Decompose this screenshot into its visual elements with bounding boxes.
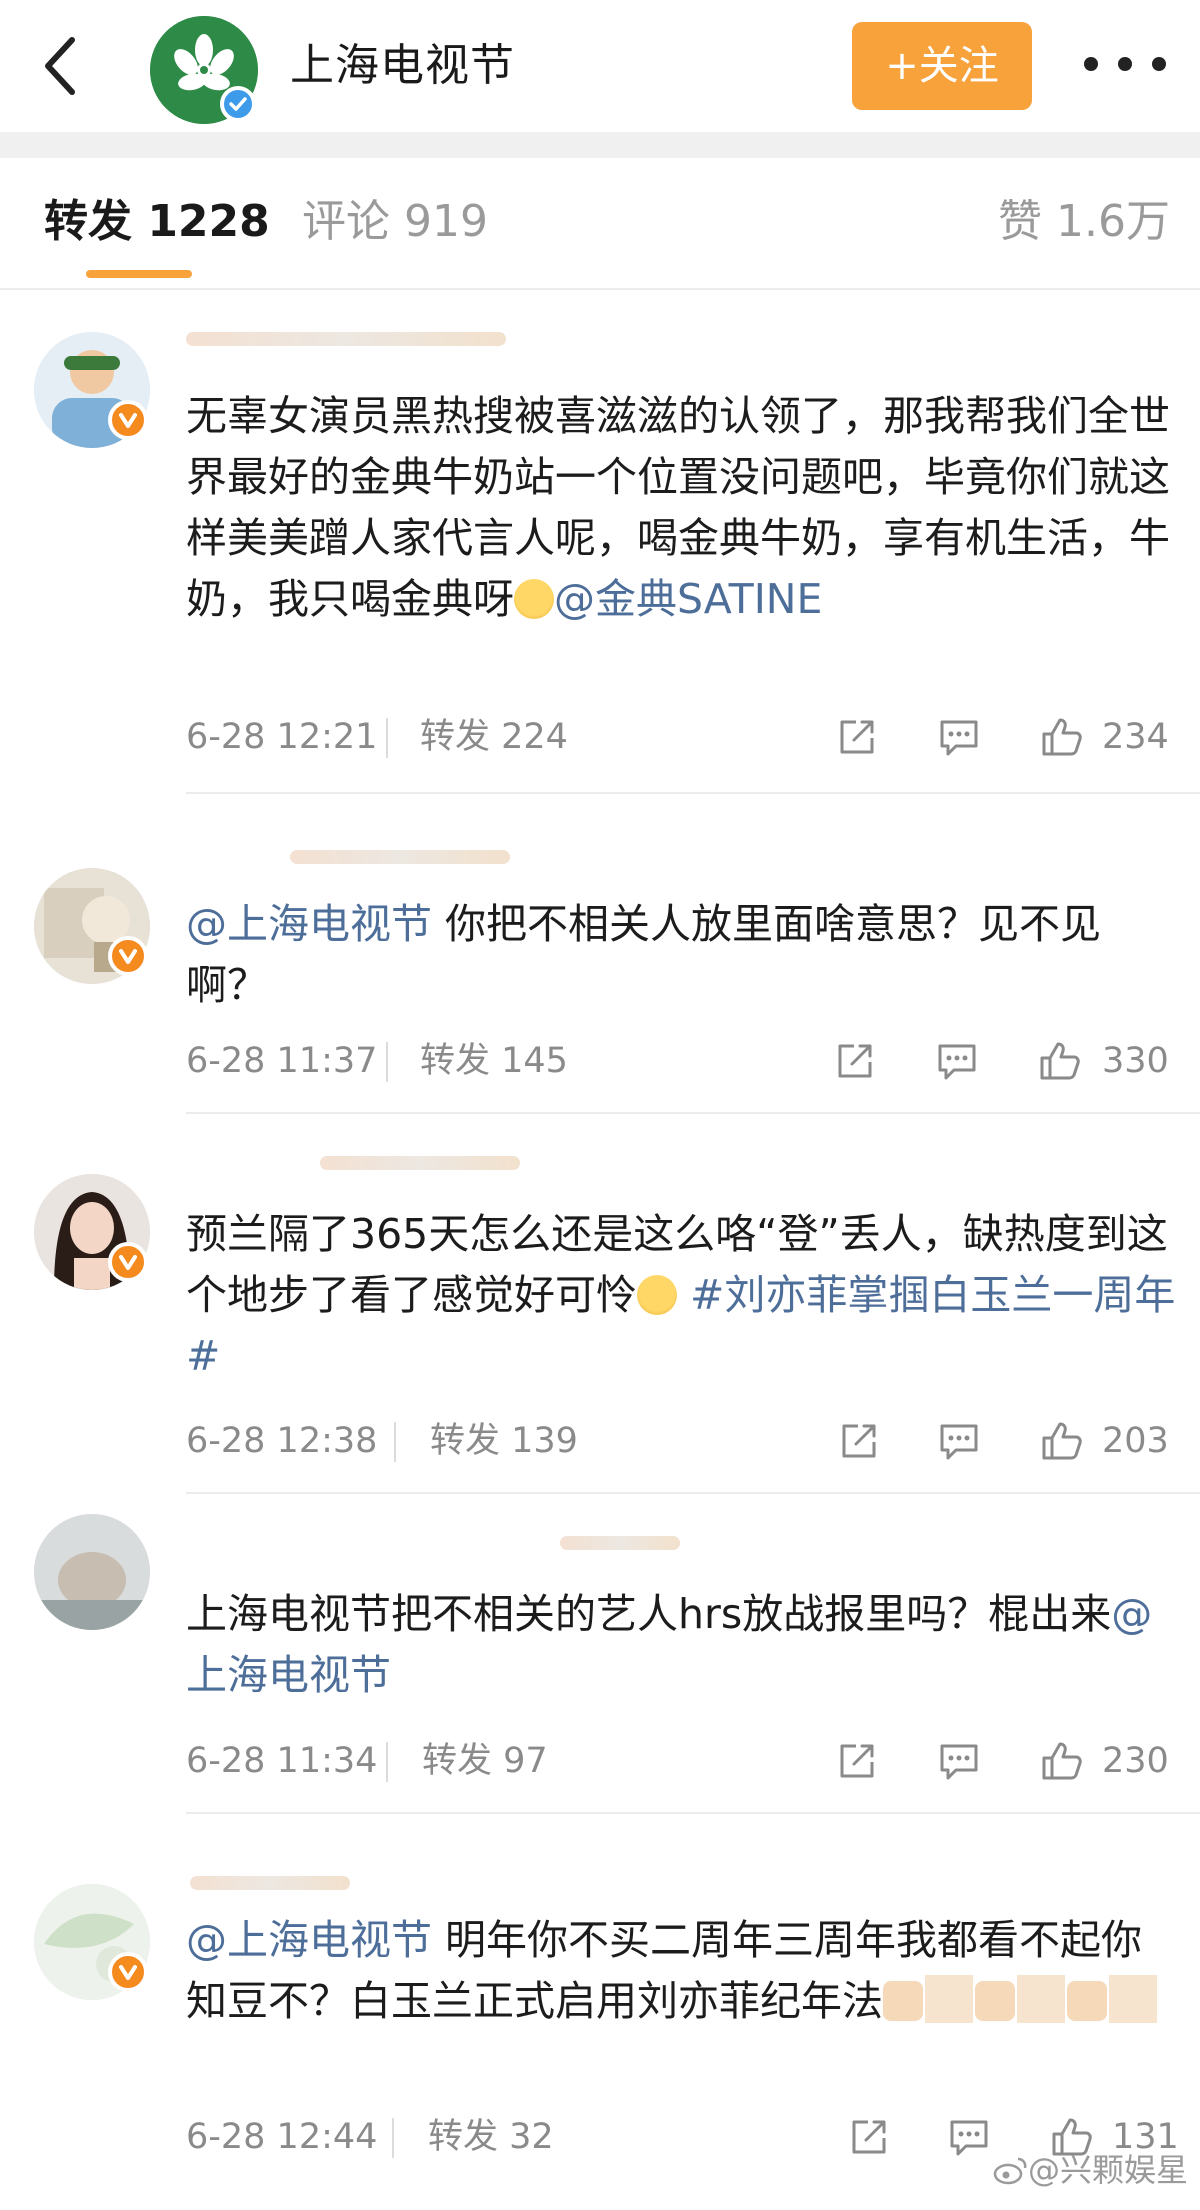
repost-count[interactable]: 转发 224 xyxy=(420,712,568,762)
emoji-placeholder xyxy=(1017,1975,1065,2023)
emoji-placeholder xyxy=(925,1975,973,2023)
verified-icon xyxy=(220,86,256,122)
pleading-emoji-icon xyxy=(514,579,554,619)
post-content: @上海电视节 明年你不买二周年三周年我都看不起你知豆不？白玉兰正式启用刘亦菲纪年… xyxy=(186,1910,1176,2032)
comment-icon[interactable] xyxy=(946,2114,992,2160)
active-tab-indicator xyxy=(86,270,192,278)
post-meta: 6-28 12:38 转发 139 203 xyxy=(186,1416,1200,1466)
list-item: 无辜女演员黑热搜被喜滋滋的认领了，那我帮我们全世界最好的金典牛奶站一个位置没问题… xyxy=(0,292,1200,794)
thumbs-up-icon[interactable] xyxy=(1038,1418,1084,1464)
tab-comment[interactable]: 评论 919 xyxy=(302,192,488,252)
like-count: 230 xyxy=(1102,1741,1169,1781)
tab-like[interactable]: 赞 1.6万 xyxy=(998,192,1170,252)
share-icon[interactable] xyxy=(834,714,880,760)
share-icon[interactable] xyxy=(846,2114,892,2160)
clap-emoji-icon xyxy=(975,1981,1015,2021)
account-name[interactable]: 上海电视节 xyxy=(290,36,515,96)
post-content: 上海电视节把不相关的艺人hrs放战报里吗？棍出来@上海电视节 xyxy=(186,1584,1176,1706)
post-meta: 6-28 12:21 转发 224 234 xyxy=(186,712,1200,762)
blurred-nickname xyxy=(290,850,510,864)
repost-count[interactable]: 转发 139 xyxy=(430,1416,578,1466)
post-time: 6-28 11:34 xyxy=(186,1741,378,1781)
section-gap xyxy=(0,132,1200,158)
clap-emoji-icon xyxy=(1067,1981,1107,2021)
list-item: 上海电视节把不相关的艺人hrs放战报里吗？棍出来@上海电视节 6-28 11:3… xyxy=(0,1494,1200,1814)
tab-repost[interactable]: 转发 1228 xyxy=(44,192,270,252)
watermark: @兴颗娱星 xyxy=(992,2148,1188,2192)
share-icon[interactable] xyxy=(836,1418,882,1464)
divider xyxy=(386,1042,388,1082)
post-time: 6-28 12:38 xyxy=(186,1421,378,1461)
share-icon[interactable] xyxy=(834,1738,880,1784)
repost-count[interactable]: 转发 97 xyxy=(422,1736,548,1786)
mention-link[interactable]: @金典SATINE xyxy=(554,575,822,623)
more-icon[interactable] xyxy=(1084,44,1166,84)
comment-icon[interactable] xyxy=(934,1038,980,1084)
blurred-nickname xyxy=(190,1876,350,1890)
post-content: 无辜女演员黑热搜被喜滋滋的认领了，那我帮我们全世界最好的金典牛奶站一个位置没问题… xyxy=(186,386,1176,630)
mention-link[interactable]: @上海电视节 xyxy=(186,1916,432,1964)
repost-count[interactable]: 转发 32 xyxy=(428,2112,554,2162)
watermark-text: @兴颗娱星 xyxy=(1028,2151,1189,2189)
like-count: 203 xyxy=(1102,1421,1169,1461)
blurred-nickname xyxy=(560,1536,680,1550)
post-time: 6-28 12:21 xyxy=(186,717,378,757)
divider xyxy=(386,1742,388,1782)
clap-emoji-icon xyxy=(883,1981,923,2021)
share-icon[interactable] xyxy=(832,1038,878,1084)
post-content: 预兰隔了365天怎么还是这么咯“登”丢人，缺热度到这个地步了看了感觉好可怜 #刘… xyxy=(186,1204,1176,1387)
verified-icon xyxy=(108,1242,148,1282)
comment-icon[interactable] xyxy=(936,714,982,760)
list-item: @上海电视节 你把不相关人放里面啥意思？见不见啊？ 6-28 11:37 转发 … xyxy=(0,794,1200,1114)
post-text: 上海电视节把不相关的艺人hrs放战报里吗？棍出来 xyxy=(186,1590,1112,1638)
verified-icon xyxy=(108,400,148,440)
top-bar: 上海电视节 +关注 xyxy=(0,0,1200,132)
post-meta: 6-28 11:37 转发 145 330 xyxy=(186,1036,1200,1086)
post-time: 6-28 11:37 xyxy=(186,1041,378,1081)
post-time: 6-28 12:44 xyxy=(186,2117,378,2157)
thumbs-up-icon[interactable] xyxy=(1038,1738,1084,1784)
post-meta: 6-28 11:34 转发 97 230 xyxy=(186,1736,1200,1786)
divider xyxy=(386,718,388,758)
mention-link[interactable]: @上海电视节 xyxy=(186,900,432,948)
verified-icon xyxy=(108,1952,148,1992)
interaction-tabs: 转发 1228 评论 919 赞 1.6万 xyxy=(0,158,1200,290)
crying-emoji-icon xyxy=(637,1275,677,1315)
comment-icon[interactable] xyxy=(936,1738,982,1784)
comment-icon[interactable] xyxy=(936,1418,982,1464)
blurred-nickname xyxy=(320,1156,520,1170)
thumbs-up-icon[interactable] xyxy=(1036,1038,1082,1084)
blurred-nickname xyxy=(186,332,506,346)
list-item: @上海电视节 明年你不买二周年三周年我都看不起你知豆不？白玉兰正式启用刘亦菲纪年… xyxy=(0,1814,1200,2194)
back-chevron-icon[interactable] xyxy=(38,34,82,98)
verified-icon xyxy=(108,936,148,976)
avatar[interactable] xyxy=(34,1514,150,1630)
divider xyxy=(394,1422,396,1462)
divider xyxy=(392,2118,394,2158)
list-item: 预兰隔了365天怎么还是这么咯“登”丢人，缺热度到这个地步了看了感觉好可怜 #刘… xyxy=(0,1114,1200,1494)
emoji-placeholder xyxy=(1109,1975,1157,2023)
like-count: 330 xyxy=(1102,1041,1169,1081)
post-content: @上海电视节 你把不相关人放里面啥意思？见不见啊？ xyxy=(186,894,1176,1016)
weibo-icon xyxy=(992,2152,1028,2185)
follow-button[interactable]: +关注 xyxy=(852,22,1032,110)
repost-count[interactable]: 转发 145 xyxy=(420,1036,568,1086)
like-count: 234 xyxy=(1102,717,1169,757)
thumbs-up-icon[interactable] xyxy=(1038,714,1084,760)
